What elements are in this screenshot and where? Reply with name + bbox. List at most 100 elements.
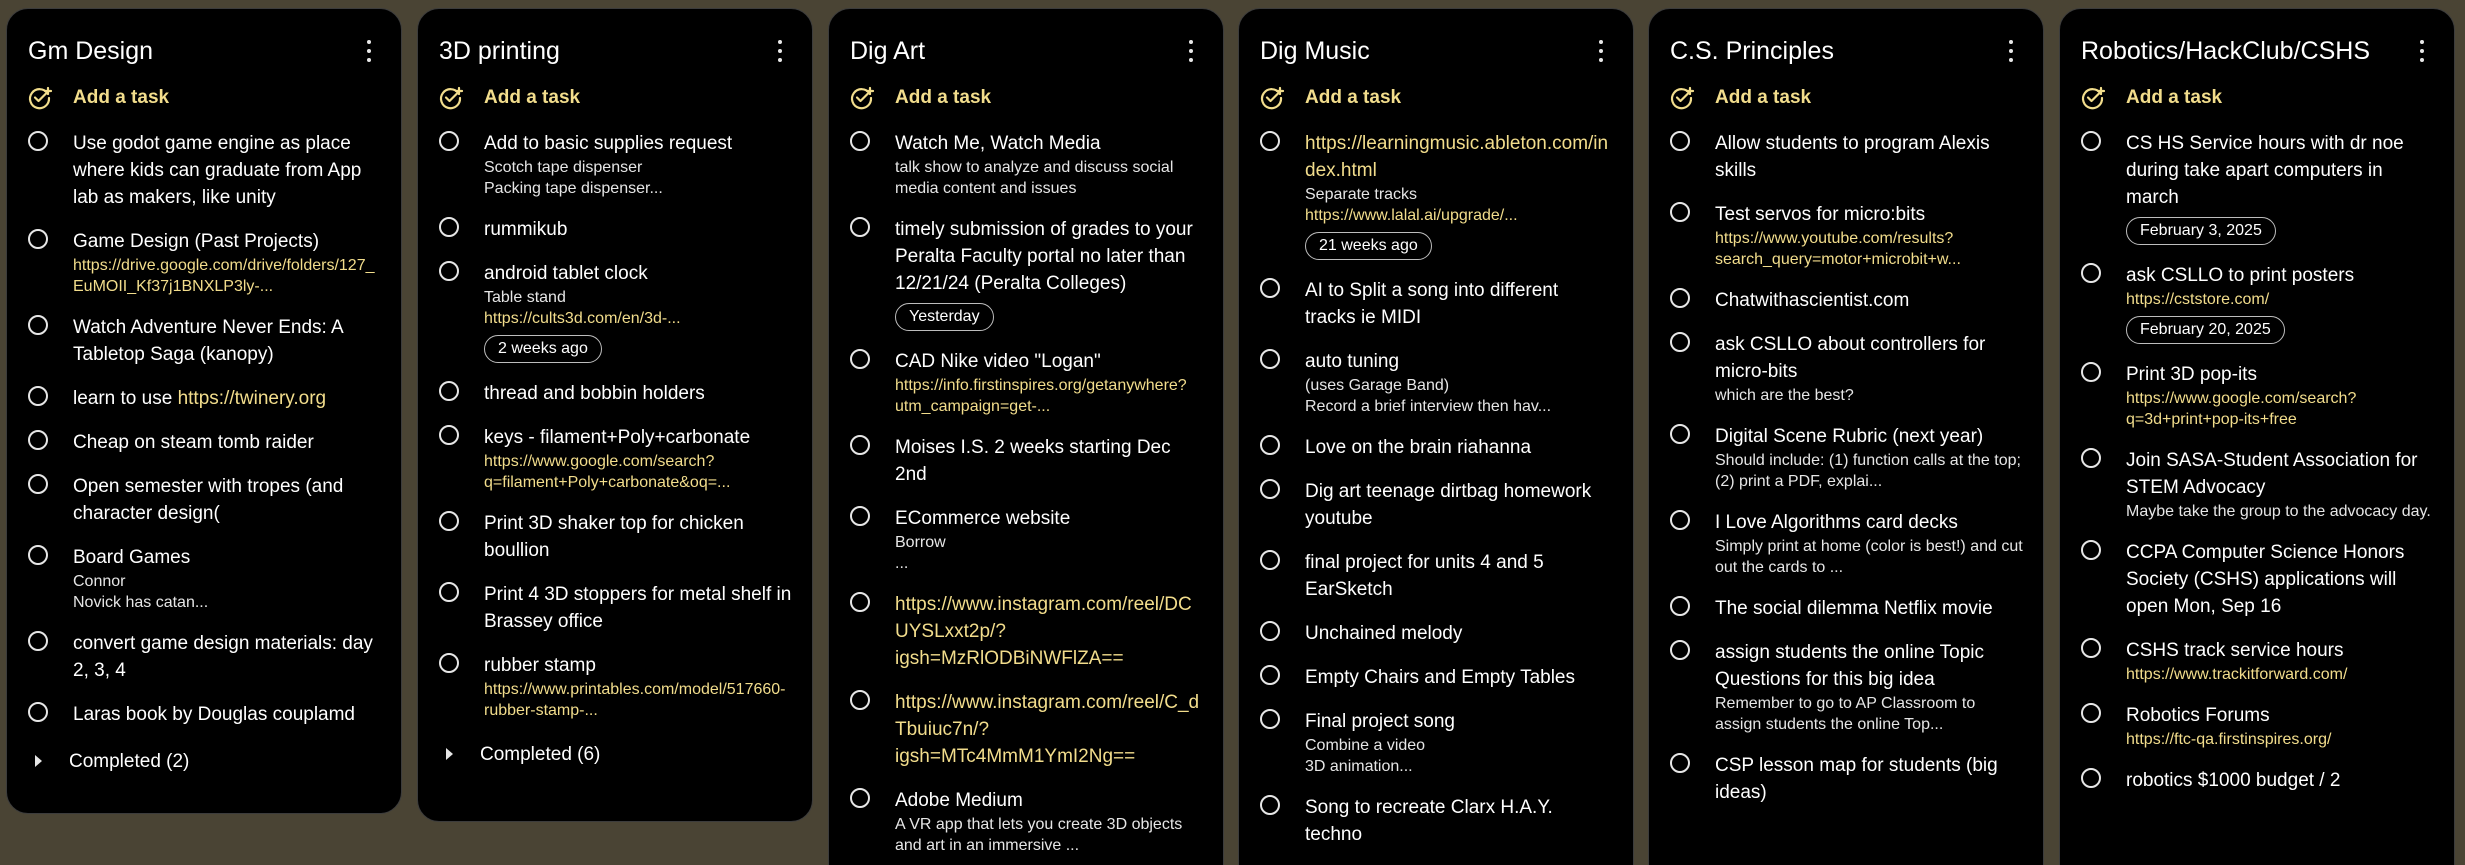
task-item[interactable]: Test servos for micro:bits https://www.yo… [1649, 196, 2043, 282]
circle-checkbox-icon[interactable] [2081, 638, 2101, 658]
task-item[interactable]: timely submission of grades to your Pera… [829, 211, 1223, 343]
circle-checkbox-icon[interactable] [439, 381, 459, 401]
task-item[interactable]: Moises I.S. 2 weeks starting Dec 2nd [829, 429, 1223, 500]
add-task-button[interactable]: Add a task [1649, 79, 2043, 125]
circle-checkbox-icon[interactable] [850, 788, 870, 808]
task-item[interactable]: Join SASA-Student Association for STEM A… [2060, 442, 2454, 534]
task-item[interactable]: https://www.instagram.com/reel/C_dTbuiuc… [829, 684, 1223, 782]
circle-checkbox-icon[interactable] [1670, 332, 1690, 352]
task-item[interactable]: ECommerce website Borrow ... [829, 500, 1223, 586]
task-item[interactable]: Add to basic supplies request Scotch tape… [418, 125, 812, 211]
task-notes-link[interactable]: https://www.lalal.ai/upgrade/... [1305, 205, 1613, 226]
task-item[interactable]: Unchained melody [1239, 615, 1633, 659]
circle-checkbox-icon[interactable] [439, 653, 459, 673]
more-vert-icon[interactable] [772, 40, 788, 62]
task-item[interactable]: Print 3D pop-its https://www.google.com/s… [2060, 356, 2454, 442]
circle-checkbox-icon[interactable] [1260, 621, 1280, 641]
circle-checkbox-icon[interactable] [850, 217, 870, 237]
circle-checkbox-icon[interactable] [439, 511, 459, 531]
circle-checkbox-icon[interactable] [28, 474, 48, 494]
task-item[interactable]: Empty Chairs and Empty Tables [1239, 659, 1633, 703]
circle-checkbox-icon[interactable] [2081, 703, 2101, 723]
task-item[interactable]: Digital Scene Rubric (next year) Should i… [1649, 418, 2043, 504]
circle-checkbox-icon[interactable] [850, 506, 870, 526]
add-task-button[interactable]: Add a task [1239, 79, 1633, 125]
task-item[interactable]: Robotics Forums https://ftc-qa.firstinspi… [2060, 697, 2454, 762]
task-item[interactable]: final project for units 4 and 5 EarSketc… [1239, 544, 1633, 615]
circle-checkbox-icon[interactable] [1670, 131, 1690, 151]
circle-checkbox-icon[interactable] [850, 592, 870, 612]
circle-checkbox-icon[interactable] [2081, 362, 2101, 382]
more-vert-icon[interactable] [361, 40, 377, 62]
circle-checkbox-icon[interactable] [1670, 288, 1690, 308]
circle-checkbox-icon[interactable] [28, 631, 48, 651]
task-item[interactable]: convert game design materials: day 2, 3,… [7, 625, 401, 696]
task-item[interactable]: robotics $1000 budget / 2 [2060, 762, 2454, 806]
circle-checkbox-icon[interactable] [2081, 540, 2101, 560]
circle-checkbox-icon[interactable] [850, 435, 870, 455]
circle-checkbox-icon[interactable] [28, 545, 48, 565]
circle-checkbox-icon[interactable] [2081, 448, 2101, 468]
task-item[interactable]: Board Games Connor Novick has catan... [7, 539, 401, 625]
task-item[interactable]: ask CSLLO about controllers for micro-bi… [1649, 326, 2043, 418]
task-item[interactable]: Cheap on steam tomb raider [7, 424, 401, 468]
due-date-chip[interactable]: Yesterday [895, 303, 994, 331]
task-item[interactable]: https://learningmusic.ableton.com/index.… [1239, 125, 1633, 272]
circle-checkbox-icon[interactable] [2081, 263, 2101, 283]
due-date-chip[interactable]: February 20, 2025 [2126, 316, 2285, 344]
task-item[interactable]: Final project song Combine a video 3D ani… [1239, 703, 1633, 789]
circle-checkbox-icon[interactable] [1260, 479, 1280, 499]
circle-checkbox-icon[interactable] [1670, 596, 1690, 616]
task-item[interactable]: Laras book by Douglas couplamd [7, 696, 401, 740]
circle-checkbox-icon[interactable] [850, 131, 870, 151]
circle-checkbox-icon[interactable] [1260, 795, 1280, 815]
circle-checkbox-icon[interactable] [28, 229, 48, 249]
task-item[interactable]: Love on the brain riahanna [1239, 429, 1633, 473]
add-task-button[interactable]: Add a task [829, 79, 1223, 125]
circle-checkbox-icon[interactable] [1260, 278, 1280, 298]
circle-checkbox-icon[interactable] [1260, 709, 1280, 729]
task-item[interactable]: auto tuning (uses Garage Band) Record a b… [1239, 343, 1633, 429]
task-item[interactable]: CSP lesson map for students (big ideas) [1649, 747, 2043, 818]
task-item[interactable]: Watch Me, Watch Media talk show to analyz… [829, 125, 1223, 211]
circle-checkbox-icon[interactable] [1260, 665, 1280, 685]
task-item[interactable]: CCPA Computer Science Honors Society (CS… [2060, 534, 2454, 632]
task-title-link[interactable]: https://twinery.org [178, 388, 327, 409]
circle-checkbox-icon[interactable] [28, 386, 48, 406]
task-item[interactable]: The social dilemma Netflix movie [1649, 590, 2043, 634]
circle-checkbox-icon[interactable] [1260, 550, 1280, 570]
task-item[interactable]: Print 3D shaker top for chicken boullion [418, 505, 812, 576]
task-item[interactable]: Chatwithascientist.com [1649, 282, 2043, 326]
task-item[interactable]: https://www.instagram.com/reel/DCUYSLxxt… [829, 586, 1223, 684]
circle-checkbox-icon[interactable] [439, 582, 459, 602]
task-item[interactable]: CS HS Service hours with dr noe during t… [2060, 125, 2454, 257]
task-item[interactable]: Song to recreate Clarx H.A.Y. techno [1239, 789, 1633, 860]
circle-checkbox-icon[interactable] [439, 217, 459, 237]
task-item[interactable]: assign students the online Topic Questio… [1649, 634, 2043, 747]
circle-checkbox-icon[interactable] [28, 315, 48, 335]
task-item[interactable]: Use godot game engine as place where kid… [7, 125, 401, 223]
circle-checkbox-icon[interactable] [28, 430, 48, 450]
more-vert-icon[interactable] [2414, 40, 2430, 62]
circle-checkbox-icon[interactable] [1260, 435, 1280, 455]
completed-toggle[interactable]: Completed (2) [7, 744, 401, 784]
task-item[interactable]: Adobe Medium A VR app that lets you creat… [829, 782, 1223, 865]
circle-checkbox-icon[interactable] [2081, 768, 2101, 788]
circle-checkbox-icon[interactable] [1670, 640, 1690, 660]
circle-checkbox-icon[interactable] [1670, 753, 1690, 773]
task-item[interactable]: Allow students to program Alexis skills [1649, 125, 2043, 196]
due-date-chip[interactable]: 21 weeks ago [1305, 232, 1432, 260]
circle-checkbox-icon[interactable] [439, 131, 459, 151]
circle-checkbox-icon[interactable] [1670, 202, 1690, 222]
circle-checkbox-icon[interactable] [850, 349, 870, 369]
task-item[interactable]: AI to Split a song into different tracks… [1239, 272, 1633, 343]
task-item[interactable]: ask CSLLO to print posters https://cststo… [2060, 257, 2454, 356]
due-date-chip[interactable]: February 3, 2025 [2126, 217, 2276, 245]
circle-checkbox-icon[interactable] [439, 261, 459, 281]
task-notes-link[interactable]: https://cults3d.com/en/3d-... [484, 308, 792, 329]
task-item[interactable]: keys - filament+Poly+carbonate https://ww… [418, 419, 812, 505]
add-task-button[interactable]: Add a task [7, 79, 401, 125]
task-item[interactable]: rummikub [418, 211, 812, 255]
completed-toggle[interactable]: Completed (6) [418, 737, 812, 777]
task-item[interactable]: Open semester with tropes (and character… [7, 468, 401, 539]
